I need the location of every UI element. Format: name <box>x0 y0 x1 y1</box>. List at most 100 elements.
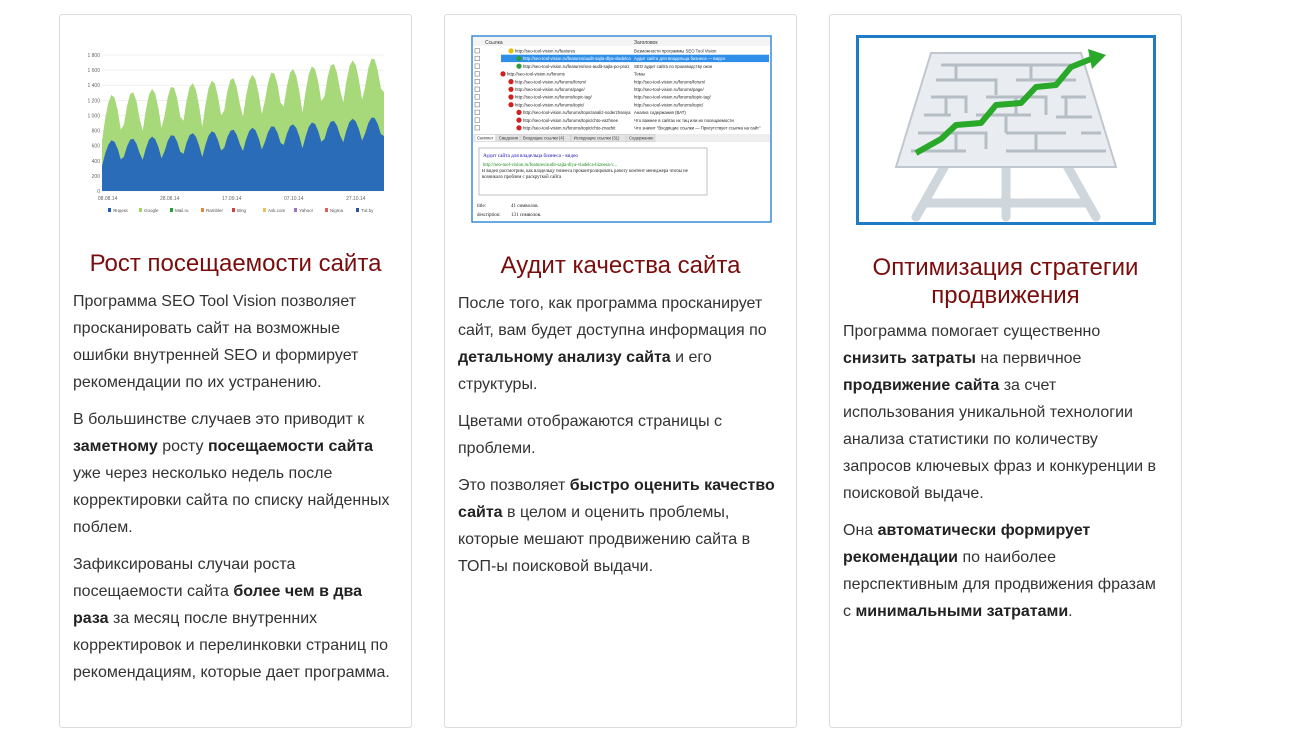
snippet-title: Аудит сайта для владельца бизнеса - виде… <box>483 152 578 159</box>
status-icon <box>500 71 506 77</box>
legend-swatch <box>170 208 173 212</box>
row-url: http://seo-tool-vision.ru/features <box>515 49 575 54</box>
text-run: росту <box>157 438 208 455</box>
y-tick-label: 1 200 <box>87 98 100 104</box>
y-tick-label: 0 <box>97 189 100 195</box>
row-checkbox <box>474 125 480 131</box>
column-header: Заголовок <box>634 40 658 46</box>
snippet-description: В видео рассмотрим, как владельцу бизнес… <box>482 169 688 180</box>
text-run: Программа SEO Tool Vision позволяет прос… <box>73 293 359 391</box>
x-tick-label: 17.09.14 <box>222 196 242 202</box>
card-description: Программа помогает существенно снизить з… <box>843 318 1163 635</box>
legend-label: Mail.ru <box>175 208 189 213</box>
x-tick-label: 08.08.14 <box>98 196 118 202</box>
tab-label: Сниппет <box>477 136 493 141</box>
bold-text: заметному <box>73 438 158 455</box>
stat-label: description: <box>477 213 501 218</box>
traffic-chart-image: 1 800 1 600 1 400 1 200 1 000 800 600 400 200 0 08… <box>86 45 386 221</box>
row-title: http://seo-tool-vision.ru/forums/page/ <box>634 87 705 92</box>
bold-text: посещаемости сайта <box>207 438 374 455</box>
snippet-description-wrap: В видео рассмотрим, как владельцу бизнес… <box>482 169 688 180</box>
row-title: http://seo-tool-vision.ru/forums/forum/ <box>634 79 706 84</box>
y-tick-label: 200 <box>92 174 101 180</box>
text-run: Программа помогает существенно <box>843 323 1101 340</box>
status-icon <box>516 125 522 131</box>
card-paragraph: После того, как программа просканирует с… <box>458 290 778 398</box>
row-url: http://seo-tool-vision.ru/forums/topic/c… <box>523 126 616 131</box>
row-url: http://seo-tool-vision.ru/forums/topic/a… <box>523 110 631 115</box>
text-run: на первичное <box>975 350 1082 367</box>
status-icon <box>508 79 514 85</box>
row-checkbox <box>474 117 480 123</box>
tab-label: Содержание <box>629 136 654 141</box>
y-tick-label: 1 600 <box>87 68 100 74</box>
legend-label: Nigma <box>330 208 344 213</box>
legend-label: Rambler <box>206 208 224 213</box>
status-icon <box>508 86 514 92</box>
legend-label: Yahoo! <box>299 208 313 213</box>
y-tick-label: 1 800 <box>87 53 100 59</box>
card-paragraph: Это позволяет быстро оценить качество са… <box>458 472 778 580</box>
card-description: Программа SEO Tool Vision позволяет прос… <box>73 288 393 696</box>
bold-text: продвижение сайта <box>843 377 1000 394</box>
status-icon <box>508 94 514 100</box>
row-url: http://seo-tool-vision.ru/forums/page/ <box>515 87 586 92</box>
text-run: уже через несколько недель после коррект… <box>73 465 390 536</box>
text-run: Это позволяет <box>458 477 570 494</box>
row-url: http://seo-tool-vision.ru/forums <box>507 72 565 77</box>
row-title: Возможности программы SEO Tool Vision <box>634 49 717 54</box>
legend-swatch <box>356 208 359 212</box>
program-screenshot-image: Ссылка Заголовок http://seo-tool-vision.ru… <box>471 35 772 223</box>
legend-swatch <box>139 208 142 212</box>
row-checkbox <box>474 109 480 115</box>
row-title: Что важнее в сайтах их тиц или их посеща… <box>634 118 734 123</box>
card-description: После того, как программа просканирует с… <box>458 290 778 590</box>
row-checkbox <box>474 94 480 100</box>
text-run: . <box>1068 603 1073 620</box>
row-checkbox <box>474 102 480 108</box>
row-title: SEO аудит сайта по производству окон <box>634 64 713 69</box>
row-url: http://seo-tool-vision.ru/features/seo-a… <box>523 64 630 69</box>
legend-swatch <box>263 208 266 212</box>
card-title: Оптимизация стратегии продвижения <box>872 254 1139 309</box>
legend-label: Tut.by <box>361 208 374 213</box>
stat-label: title: <box>477 204 486 209</box>
status-icon <box>516 55 522 62</box>
row-checkbox <box>474 71 480 77</box>
card-title: Аудит качества сайта <box>500 252 741 279</box>
feature-card-audit: Ссылка Заголовок http://seo-tool-vision.ru… <box>444 14 797 728</box>
row-title: http://seo-tool-vision.ru/forums/topic-t… <box>634 95 711 100</box>
status-icon <box>516 109 522 115</box>
row-checkbox <box>474 55 480 61</box>
card-paragraph: Программа помогает существенно снизить з… <box>843 318 1163 507</box>
tab-label: Входящие ссылки (4) <box>523 136 565 141</box>
status-icon <box>508 48 514 54</box>
row-checkbox <box>474 79 480 85</box>
y-tick-label: 1 400 <box>87 83 100 89</box>
text-run: В большинстве случаев это приводит к <box>73 411 365 428</box>
row-title: Темы <box>634 72 645 77</box>
row-title: http://seo-tool-vision.ru/forums/topic/ <box>634 102 704 107</box>
row-checkbox <box>474 63 480 69</box>
legend-label: Google <box>144 208 159 213</box>
stat-value: 131 символов. <box>511 213 541 218</box>
snippet-url: http://seo-tool-vision.ru/features/audit… <box>483 163 617 168</box>
text-run: Цветами отображаются страницы с проблеми… <box>458 413 723 457</box>
tab-label: Исходящие ссылки (31) <box>574 136 620 141</box>
card-paragraph: Программа SEO Tool Vision позволяет прос… <box>73 288 393 396</box>
y-tick-label: 400 <box>92 159 101 165</box>
row-url: http://seo-tool-vision.ru/forums/topic-t… <box>515 95 592 100</box>
x-tick-label: 07.10.14 <box>284 196 304 202</box>
tab-label: Сведения <box>499 136 518 141</box>
row-checkbox <box>474 48 480 54</box>
legend-swatch <box>232 208 235 212</box>
row-checkbox <box>474 86 480 92</box>
text-run: за счет использования уникальной техноло… <box>843 377 1157 502</box>
legend-swatch <box>108 208 111 212</box>
card-paragraph: Цветами отображаются страницы с проблеми… <box>458 408 778 462</box>
text-run: После того, как программа просканирует с… <box>458 295 767 339</box>
bold-text: минимальными затратами <box>855 603 1069 620</box>
row-url: http://seo-tool-vision.ru/forums/topic/c… <box>523 118 619 123</box>
row-title: Анализ содержания (ВАТ) <box>634 110 686 115</box>
legend-label: Яндекс <box>113 208 129 213</box>
